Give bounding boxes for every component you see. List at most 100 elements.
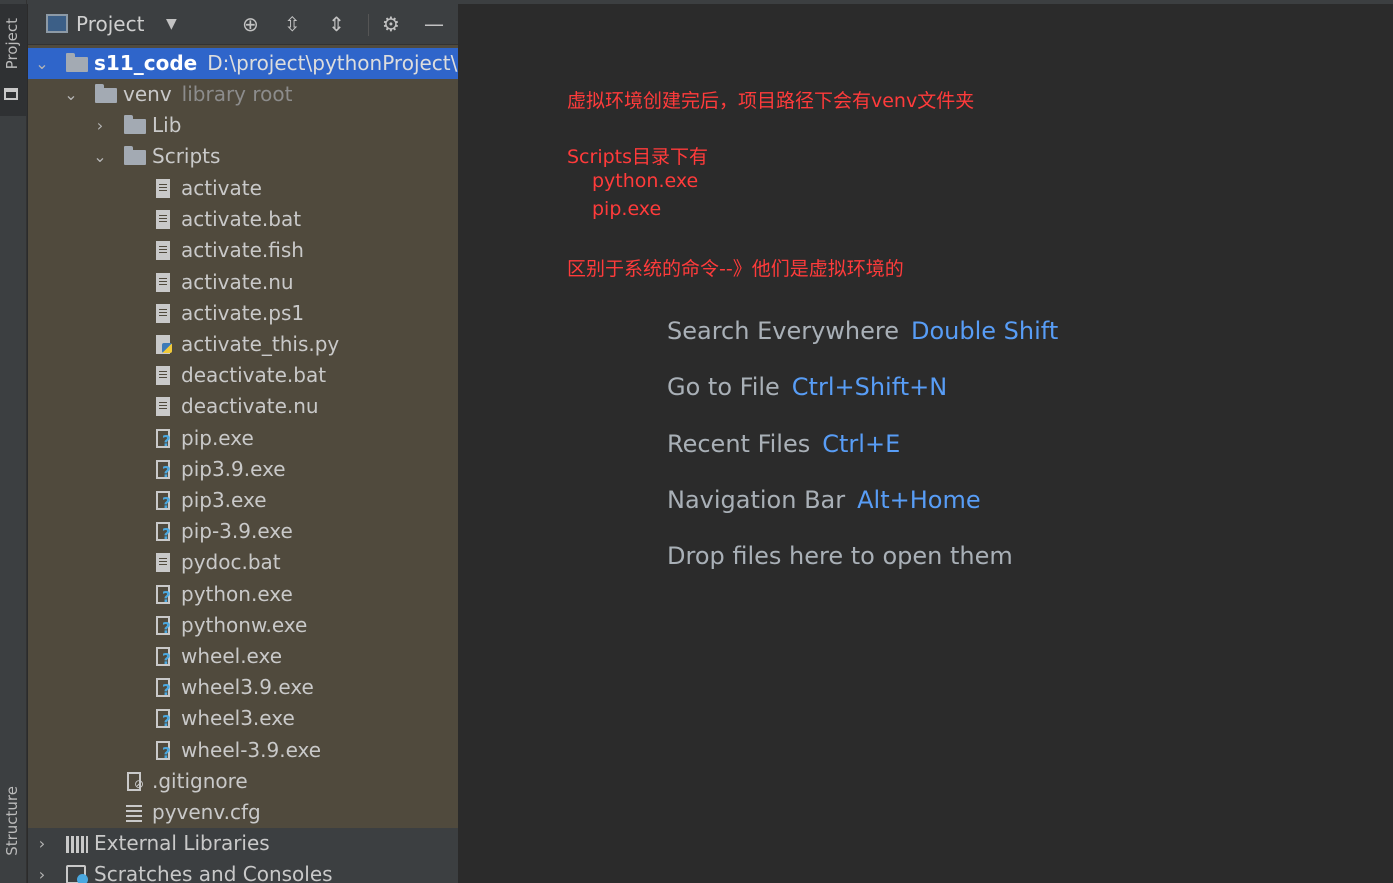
unknown-file-icon [156,491,171,511]
chevron-down-icon[interactable]: ⌄ [92,141,108,172]
file-name: deactivate.bat [181,363,327,388]
file-name: deactivate.nu [181,394,319,419]
tree-row-file[interactable]: activate.ps1 [28,298,458,329]
tree-row-file[interactable]: activate.fish [28,235,458,266]
file-name: wheel3.exe [181,706,295,731]
expand-all-icon[interactable]: ⇳ [284,4,301,45]
tree-row-external-libraries[interactable]: › External Libraries [28,828,458,859]
hint-label: Drop files here to open them [667,542,1013,570]
unknown-file-icon [156,647,171,667]
chevron-down-icon[interactable]: ▼ [166,4,177,45]
tree-row-file[interactable]: wheel3.9.exe [28,672,458,703]
scripts-name: Scripts [152,144,221,168]
tree-row-file[interactable]: python.exe [28,579,458,610]
tree-row-file[interactable]: pip3.exe [28,485,458,516]
ide-window: Project Structure Project ▼ ⊕ ⇳ ⇕ ⚙ — ⌄ [0,0,1393,883]
text-file-icon [156,241,170,261]
hint-label: Navigation Bar [667,486,846,514]
structure-tool-label: Structure [3,786,21,856]
tree-row-file[interactable]: pip.exe [28,423,458,454]
folder-icon [4,88,18,100]
tree-row-file[interactable]: pip-3.9.exe [28,516,458,547]
collapse-all-icon[interactable]: ⇕ [328,4,345,45]
project-tool-label: Project [3,18,21,70]
venv-name: venv [123,82,172,106]
file-name: pip-3.9.exe [181,519,293,544]
root-path: D:\project\pythonProject\s11 [207,51,458,75]
gear-icon[interactable]: ⚙ [382,4,400,45]
file-name: wheel-3.9.exe [181,737,322,762]
tree-row-file[interactable]: wheel3.exe [28,703,458,734]
note-difference: 区别于系统的命令--》他们是虚拟环境的 [567,258,904,280]
hint-go-to-file: Go to File Ctrl+Shift+N [667,373,947,401]
external-libraries-name: External Libraries [94,831,270,855]
header-divider [368,14,369,36]
tree-row-scratches[interactable]: › Scratches and Consoles [28,859,458,883]
tree-row-gitignore[interactable]: .gitignore [28,766,458,797]
root-label: s11_code D:\project\pythonProject\s11 [94,48,458,79]
folder-icon [95,84,117,103]
chevron-right-icon[interactable]: › [34,859,50,883]
tree-row-file[interactable]: activate.nu [28,267,458,298]
hint-search-everywhere: Search Everywhere Double Shift [667,317,1058,345]
locate-icon[interactable]: ⊕ [242,4,259,45]
file-name: pythonw.exe [181,612,308,637]
pyvenv-name: pyvenv.cfg [152,800,261,824]
tree-row-file[interactable]: activate.bat [28,204,458,235]
lib-name: Lib [152,113,182,137]
unknown-file-icon [156,678,171,698]
tree-row-file[interactable]: pydoc.bat [28,547,458,578]
venv-label: venv library root [123,79,292,110]
chevron-down-icon[interactable]: ⌄ [34,48,50,79]
tree-row-pyvenv[interactable]: pyvenv.cfg [28,797,458,828]
text-file-icon [156,303,170,323]
hint-label: Go to File [667,373,780,401]
note-pip-exe: pip.exe [592,198,662,220]
tree-row-file[interactable]: deactivate.nu [28,391,458,422]
panel-title[interactable]: Project [76,4,144,45]
tree-row-lib[interactable]: › Lib [28,110,458,141]
folder-icon [124,146,146,165]
unknown-file-icon [156,709,171,729]
unknown-file-icon [156,740,171,761]
folder-icon [66,53,88,72]
hint-label: Search Everywhere [667,317,899,345]
tree-row-file[interactable]: activate_this.py [28,329,458,360]
project-panel: Project ▼ ⊕ ⇳ ⇕ ⚙ — ⌄ s11_code D:\project… [28,4,458,883]
tree-row-file[interactable]: pythonw.exe [28,610,458,641]
unknown-file-icon [156,584,171,605]
python-file-icon [156,335,172,354]
editor-empty-area: 虚拟环境创建完后，项目路径下会有venv文件夹 Scripts目录下有 pyth… [459,4,1393,883]
chevron-down-icon[interactable]: ⌄ [63,79,79,110]
file-name: activate.bat [181,207,302,232]
scratches-icon [66,865,88,883]
hint-label: Recent Files [667,430,811,458]
tool-window-stripe: Project Structure [0,0,27,883]
tree-row-scripts[interactable]: ⌄ Scripts [28,141,458,172]
hint-shortcut: Ctrl+E [822,430,901,458]
chevron-right-icon[interactable]: › [92,110,108,141]
tree-row-file[interactable]: wheel-3.9.exe [28,735,458,766]
text-file-icon [156,179,170,198]
note-python-exe: python.exe [592,170,699,192]
text-file-icon [156,553,170,573]
tree-row-file[interactable]: pip3.9.exe [28,454,458,485]
hint-shortcut: Ctrl+Shift+N [791,373,948,401]
file-name: activate.ps1 [181,300,305,325]
text-file-icon [156,397,170,417]
config-file-icon [126,805,142,822]
tree-row-file[interactable]: activate [28,173,458,204]
note-venv-created: 虚拟环境创建完后，项目路径下会有venv文件夹 [567,90,975,112]
chevron-right-icon[interactable]: › [34,828,50,859]
hint-navigation-bar: Navigation Bar Alt+Home [667,486,981,514]
minimize-icon[interactable]: — [424,4,444,45]
tree-row-root[interactable]: ⌄ s11_code D:\project\pythonProject\s11 [28,48,458,79]
tree-row-file[interactable]: deactivate.bat [28,360,458,391]
hint-shortcut: Double Shift [911,317,1059,345]
hint-shortcut: Alt+Home [857,486,981,514]
structure-tool-button[interactable]: Structure [0,780,27,883]
file-name: python.exe [181,581,293,606]
tree-row-venv[interactable]: ⌄ venv library root [28,79,458,110]
tree-row-file[interactable]: wheel.exe [28,641,458,672]
project-tool-button[interactable]: Project [0,4,27,116]
